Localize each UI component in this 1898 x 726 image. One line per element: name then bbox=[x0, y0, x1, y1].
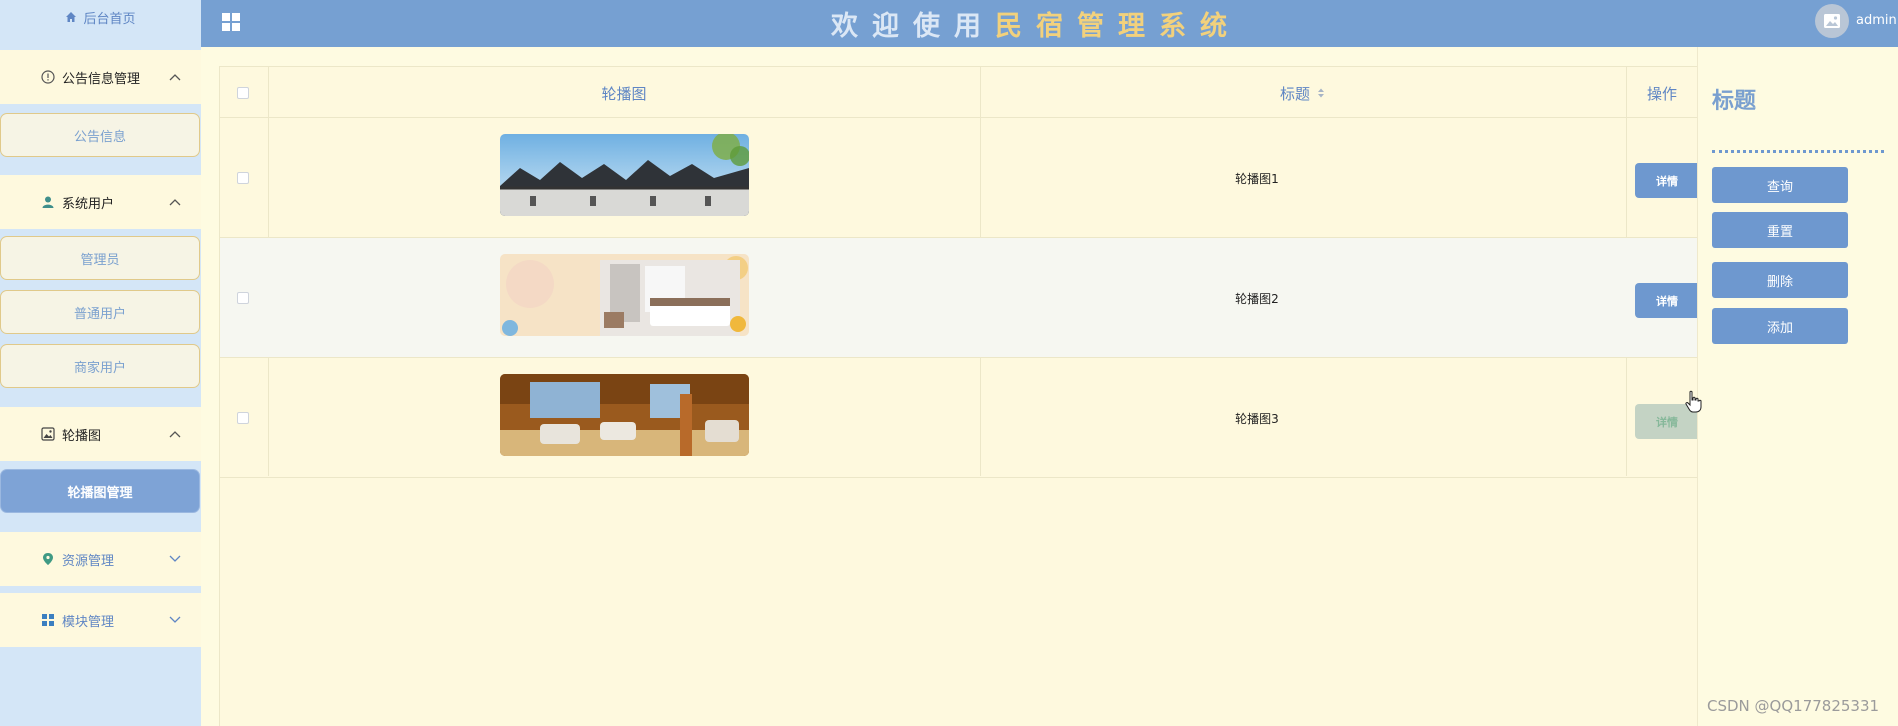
sidebar-group-carousel[interactable]: 轮播图 bbox=[0, 407, 201, 461]
carousel-table: 轮播图 标题 操作 轮播图1 详情 轮播图2 详情 轮播图3 详情 bbox=[219, 66, 1699, 726]
watermark: CSDN @QQ177825331 bbox=[1707, 697, 1880, 715]
chevron-down-icon bbox=[169, 616, 181, 623]
button-label: 重置 bbox=[1766, 224, 1793, 240]
title-char: 统 bbox=[1200, 11, 1241, 42]
delete-button[interactable]: 删除 bbox=[1712, 262, 1848, 298]
title-char: 系 bbox=[1159, 11, 1200, 42]
chevron-up-icon bbox=[169, 431, 181, 438]
detail-button-label: 详情 bbox=[1656, 415, 1678, 429]
title-char: 使 bbox=[913, 11, 954, 42]
title-char: 民 bbox=[995, 11, 1036, 42]
sidebar-group-modules[interactable]: 模块管理 bbox=[0, 593, 201, 647]
table-row: 轮播图3 详情 bbox=[220, 358, 1699, 478]
detail-button[interactable]: 详情 bbox=[1635, 163, 1699, 198]
table-row: 轮播图1 详情 bbox=[220, 118, 1699, 238]
table-header: 轮播图 标题 操作 bbox=[220, 66, 1698, 118]
query-button[interactable]: 查询 bbox=[1712, 167, 1848, 203]
carousel-thumbnail-village[interactable] bbox=[500, 134, 749, 216]
sidebar-group-system-users[interactable]: 系统用户 bbox=[0, 175, 201, 229]
sidebar-item-carousel-management[interactable]: 轮播图管理 bbox=[0, 469, 200, 513]
column-header-label: 轮播图 bbox=[601, 84, 647, 103]
avatar[interactable] bbox=[1815, 4, 1849, 38]
row-title-text: 轮播图2 bbox=[1235, 291, 1279, 306]
sidebar-item-normal-users[interactable]: 普通用户 bbox=[0, 290, 200, 334]
search-field-label: 标题 bbox=[1712, 89, 1757, 114]
row-checkbox[interactable] bbox=[237, 412, 249, 424]
detail-button-label: 详情 bbox=[1656, 174, 1678, 188]
sort-icon[interactable] bbox=[1316, 87, 1326, 99]
title-char: 理 bbox=[1118, 11, 1159, 42]
hand-cursor-icon bbox=[1685, 390, 1702, 413]
title-char: 宿 bbox=[1036, 11, 1077, 42]
chevron-down-icon bbox=[169, 555, 181, 562]
row-title: 轮播图2 bbox=[920, 238, 1594, 358]
row-checkbox[interactable] bbox=[237, 292, 249, 304]
sidebar-group-label: 系统用户 bbox=[62, 196, 115, 212]
sidebar-item-label: 商家用户 bbox=[73, 360, 126, 376]
sidebar-item-admin[interactable]: 管理员 bbox=[0, 236, 200, 280]
location-pin-icon bbox=[40, 552, 56, 566]
sidebar-item-label: 公告信息 bbox=[73, 129, 126, 145]
button-label: 删除 bbox=[1766, 274, 1793, 290]
title-char: 欢 bbox=[831, 11, 872, 42]
detail-button-label: 详情 bbox=[1656, 294, 1678, 308]
carousel-thumbnail-bedroom[interactable] bbox=[500, 254, 749, 336]
reset-button[interactable]: 重置 bbox=[1712, 212, 1848, 248]
chevron-up-icon bbox=[169, 74, 181, 81]
title-char: 管 bbox=[1077, 11, 1118, 42]
top-header: 欢迎使用民宿管理系统 admin bbox=[201, 0, 1898, 47]
sidebar-home-label: 后台首页 bbox=[83, 11, 136, 27]
title-char: 迎 bbox=[872, 11, 913, 42]
button-label: 添加 bbox=[1766, 320, 1793, 336]
sidebar-group-label: 资源管理 bbox=[62, 553, 115, 569]
grid-icon bbox=[40, 613, 56, 627]
info-circle-icon bbox=[40, 70, 56, 84]
sidebar-item-home[interactable]: 后台首页 bbox=[0, 0, 201, 34]
column-header-actions: 操作 bbox=[1626, 67, 1698, 119]
sidebar-item-label: 普通用户 bbox=[73, 306, 126, 322]
sidebar-item-merchant-users[interactable]: 商家用户 bbox=[0, 344, 200, 388]
sidebar: 后台首页 公告信息管理 公告信息 系统用户 管理员 普通用户 商家用户 轮播图 … bbox=[0, 0, 201, 726]
column-header-label: 操作 bbox=[1646, 84, 1677, 103]
sidebar-group-label: 模块管理 bbox=[62, 614, 115, 630]
home-icon bbox=[66, 12, 77, 22]
row-title: 轮播图3 bbox=[920, 358, 1594, 478]
row-title-text: 轮播图3 bbox=[1235, 411, 1279, 426]
sidebar-item-label: 轮播图管理 bbox=[67, 485, 133, 501]
column-header-image: 轮播图 bbox=[268, 67, 980, 119]
title-char: 用 bbox=[954, 11, 995, 42]
sidebar-group-resources[interactable]: 资源管理 bbox=[0, 532, 201, 586]
image-icon bbox=[40, 427, 56, 441]
menu-grid-icon[interactable] bbox=[221, 12, 241, 32]
user-icon bbox=[40, 195, 56, 209]
sidebar-group-notice[interactable]: 公告信息管理 bbox=[0, 50, 201, 104]
column-header-title[interactable]: 标题 bbox=[980, 67, 1626, 119]
column-header-label: 标题 bbox=[1279, 84, 1310, 103]
row-title-text: 轮播图1 bbox=[1235, 171, 1279, 186]
table-row: 轮播图2 详情 bbox=[220, 238, 1699, 358]
row-checkbox[interactable] bbox=[237, 172, 249, 184]
row-title: 轮播图1 bbox=[920, 118, 1594, 238]
sidebar-item-notice-info[interactable]: 公告信息 bbox=[0, 113, 200, 157]
carousel-thumbnail-lounge[interactable] bbox=[500, 374, 749, 456]
system-title: 欢迎使用民宿管理系统 bbox=[831, 4, 1241, 43]
select-all-checkbox[interactable] bbox=[237, 87, 249, 99]
sidebar-group-label: 公告信息管理 bbox=[62, 71, 141, 87]
image-icon bbox=[1824, 14, 1840, 28]
add-button[interactable]: 添加 bbox=[1712, 308, 1848, 344]
username[interactable]: admin bbox=[1856, 13, 1897, 28]
sidebar-item-label: 管理员 bbox=[80, 252, 120, 268]
search-panel: 标题 查询 重置 删除 添加 bbox=[1697, 47, 1898, 726]
sidebar-group-label: 轮播图 bbox=[62, 428, 102, 444]
search-input-underline[interactable] bbox=[1712, 150, 1884, 153]
button-label: 查询 bbox=[1766, 179, 1793, 195]
detail-button[interactable]: 详情 bbox=[1635, 283, 1699, 318]
chevron-up-icon bbox=[169, 199, 181, 206]
